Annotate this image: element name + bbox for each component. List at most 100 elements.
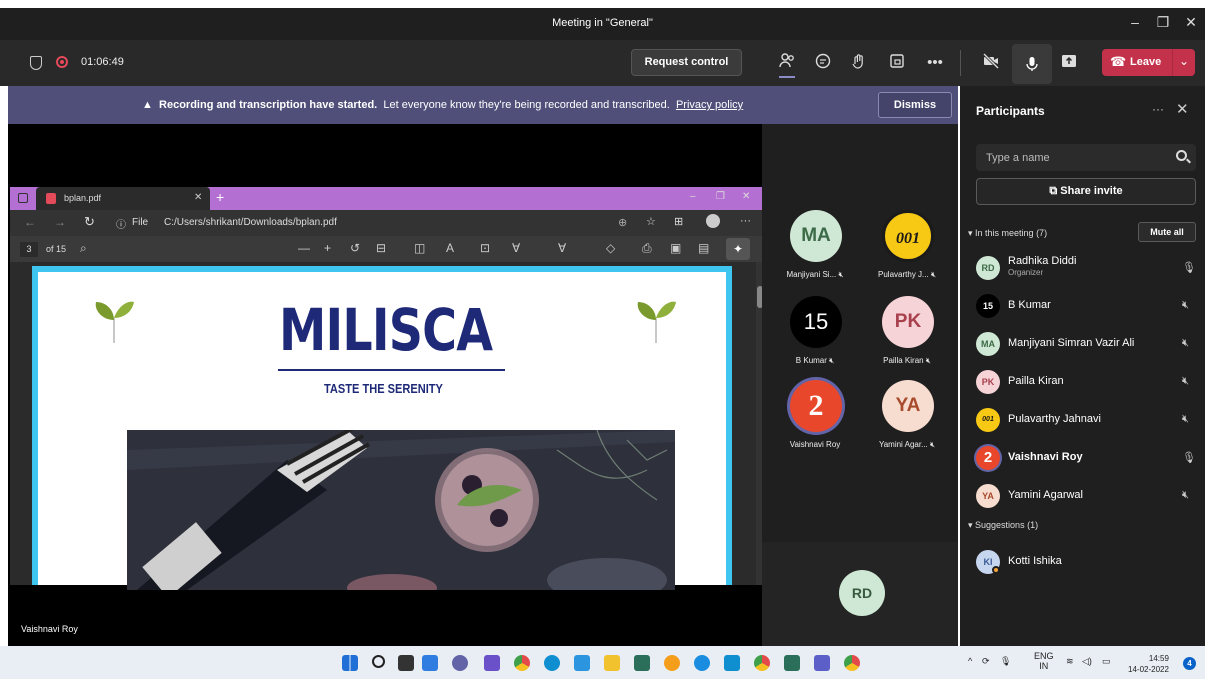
tray-chevron-icon[interactable]: ^	[968, 656, 972, 666]
save-as-icon[interactable]: ▤	[698, 241, 709, 255]
highlight-icon[interactable]: ∀	[512, 241, 520, 255]
mic-off-icon[interactable]: 🔇︎	[1182, 375, 1189, 388]
back-icon[interactable]: ←	[24, 215, 36, 229]
mic-off-icon[interactable]: 🔇︎	[1182, 489, 1189, 502]
mic-off-icon[interactable]: 🔇︎	[1182, 413, 1189, 426]
chevron-down-icon[interactable]: ⌄	[1179, 54, 1189, 68]
participant-row[interactable]: PK Pailla Kiran 🔇︎	[976, 366, 1198, 396]
reactions-icon[interactable]	[848, 52, 870, 74]
edge-icon[interactable]	[544, 655, 560, 671]
page-number-input[interactable]: 3	[20, 242, 38, 257]
chat-app-icon[interactable]	[452, 655, 468, 671]
volume-icon[interactable]: ◁)	[1082, 656, 1092, 667]
battery-icon[interactable]: ▭	[1102, 656, 1111, 667]
mute-all-button[interactable]: Mute all	[1138, 222, 1196, 242]
mic-off-icon[interactable]: 🔇︎	[1182, 299, 1189, 312]
participant-row[interactable]: 001 Pulavarthy Jahnavi 🔇︎	[976, 404, 1198, 434]
wifi-icon[interactable]: ≋	[1066, 656, 1074, 667]
zoom-in-icon[interactable]: +	[324, 241, 331, 255]
draw-icon[interactable]: ∀	[558, 241, 566, 255]
close-panel-icon[interactable]: ✕	[1176, 100, 1189, 118]
chrome-profile-icon[interactable]	[754, 655, 770, 671]
participant-row[interactable]: 2 Vaishnavi Roy 🎙︎	[976, 442, 1198, 472]
minimize-icon[interactable]: –	[1124, 14, 1146, 30]
gallery-tile[interactable]: 15 B Kumar 🔇︎	[766, 296, 864, 386]
profile-icon[interactable]	[706, 214, 720, 228]
mic-icon[interactable]	[1012, 44, 1052, 84]
browser-tab[interactable]: bplan.pdf ✕	[36, 187, 210, 210]
participant-row[interactable]: YA Yamini Agarwal 🔇︎	[976, 480, 1198, 510]
store-icon[interactable]	[574, 655, 590, 671]
tray-mic-icon[interactable]: 🎙︎	[1000, 656, 1011, 667]
chat-icon[interactable]	[812, 52, 834, 74]
more-icon[interactable]: •••	[924, 52, 946, 74]
rooms-icon[interactable]	[886, 52, 908, 74]
new-tab-icon[interactable]: +	[216, 189, 224, 205]
gallery-tile[interactable]: PK Pailla Kiran 🔇︎	[858, 296, 956, 386]
forward-icon[interactable]: →	[54, 215, 66, 229]
notification-badge[interactable]: 4	[1183, 657, 1196, 670]
pin-icon[interactable]: ✦	[726, 238, 750, 260]
share-icon[interactable]	[1058, 52, 1080, 74]
whatsapp-desktop-icon[interactable]	[784, 655, 800, 671]
suggestion-row[interactable]: KI Kotti Ishika	[976, 546, 1198, 576]
zoom-icon[interactable]: ⊕	[618, 216, 627, 229]
browser-menu-icon[interactable]: ···	[740, 215, 751, 227]
erase-icon[interactable]: ◇	[606, 241, 615, 255]
privacy-policy-link[interactable]: Privacy policy	[676, 99, 743, 111]
leave-button[interactable]: ☎ Leave ⌄	[1102, 49, 1195, 76]
people-icon[interactable]	[776, 52, 798, 78]
mic-off-icon[interactable]: 🔇︎	[1182, 337, 1189, 350]
address-url[interactable]: C:/Users/shrikant/Downloads/bplan.pdf	[164, 217, 337, 228]
chrome-icon[interactable]	[514, 655, 530, 671]
chrome-alt-icon[interactable]	[844, 655, 860, 671]
fit-page-icon[interactable]: ⊟	[376, 241, 386, 255]
rotate-icon[interactable]: ↺	[350, 241, 360, 255]
share-invite-button[interactable]: ⧉ Share invite	[976, 178, 1196, 205]
self-avatar[interactable]: RD	[839, 570, 885, 616]
search-input[interactable]	[976, 144, 1196, 171]
search-icon[interactable]: ⌕	[80, 241, 87, 256]
language-indicator[interactable]: ENG IN	[1034, 651, 1054, 671]
widgets-icon[interactable]	[422, 655, 438, 671]
save-icon[interactable]: ▣	[670, 241, 681, 255]
task-view-icon[interactable]	[398, 655, 414, 671]
mic-on-icon[interactable]: 🎙︎	[1182, 451, 1196, 464]
tray-app-icon[interactable]: ⟳	[982, 656, 990, 667]
print-icon[interactable]: ⎙	[642, 241, 652, 256]
participant-row[interactable]: 15 B Kumar 🔇︎	[976, 290, 1198, 320]
request-control-button[interactable]: Request control	[631, 49, 742, 76]
suggestions-section[interactable]: ▾ Suggestions (1)	[968, 520, 1038, 531]
search-icon[interactable]	[372, 655, 385, 668]
gallery-tile[interactable]: 001 Pulavarthy J... 🔇︎	[858, 210, 956, 300]
firefox-icon[interactable]	[664, 655, 680, 671]
meet-icon[interactable]	[724, 655, 740, 671]
participant-row[interactable]: MA Manjiyani Simran Vazir Ali 🔇︎	[976, 328, 1198, 358]
file-explorer-icon[interactable]	[604, 655, 620, 671]
participant-row[interactable]: RD Radhika Diddi Organizer 🎙︎	[976, 252, 1198, 282]
zoom-app-icon[interactable]	[694, 655, 710, 671]
gallery-tile[interactable]: YA Yamini Agar... 🔇︎	[858, 380, 956, 470]
whatsapp-icon[interactable]	[634, 655, 650, 671]
mic-on-icon[interactable]: 🎙︎	[1182, 261, 1196, 274]
teams-active-icon[interactable]	[814, 655, 830, 671]
close-tab-icon[interactable]: ✕	[194, 192, 202, 203]
dismiss-button[interactable]: Dismiss	[878, 92, 952, 118]
page-view-icon[interactable]: ◫	[414, 241, 425, 255]
refresh-icon[interactable]: ↻	[84, 214, 95, 230]
close-icon[interactable]: ✕	[1180, 14, 1202, 31]
system-clock[interactable]: 14:59 14-02-2022	[1128, 653, 1169, 675]
immersive-icon[interactable]: ⊡	[480, 241, 490, 255]
gallery-tile[interactable]: MA Manjiyani Si... 🔇︎	[766, 210, 864, 300]
collections-icon[interactable]: ⊞	[674, 215, 683, 228]
tab-actions-icon[interactable]	[18, 193, 28, 203]
more-options-icon[interactable]: ···	[1152, 102, 1164, 116]
start-icon[interactable]	[342, 655, 358, 671]
teams-icon[interactable]	[484, 655, 500, 671]
camera-off-icon[interactable]	[980, 52, 1002, 74]
zoom-out-icon[interactable]: —	[298, 241, 310, 255]
search-icon[interactable]	[1176, 150, 1187, 161]
in-meeting-section[interactable]: ▾ In this meeting (7)	[968, 228, 1047, 239]
maximize-icon[interactable]: ❐	[1152, 14, 1174, 31]
read-aloud-icon[interactable]: A	[446, 241, 454, 255]
